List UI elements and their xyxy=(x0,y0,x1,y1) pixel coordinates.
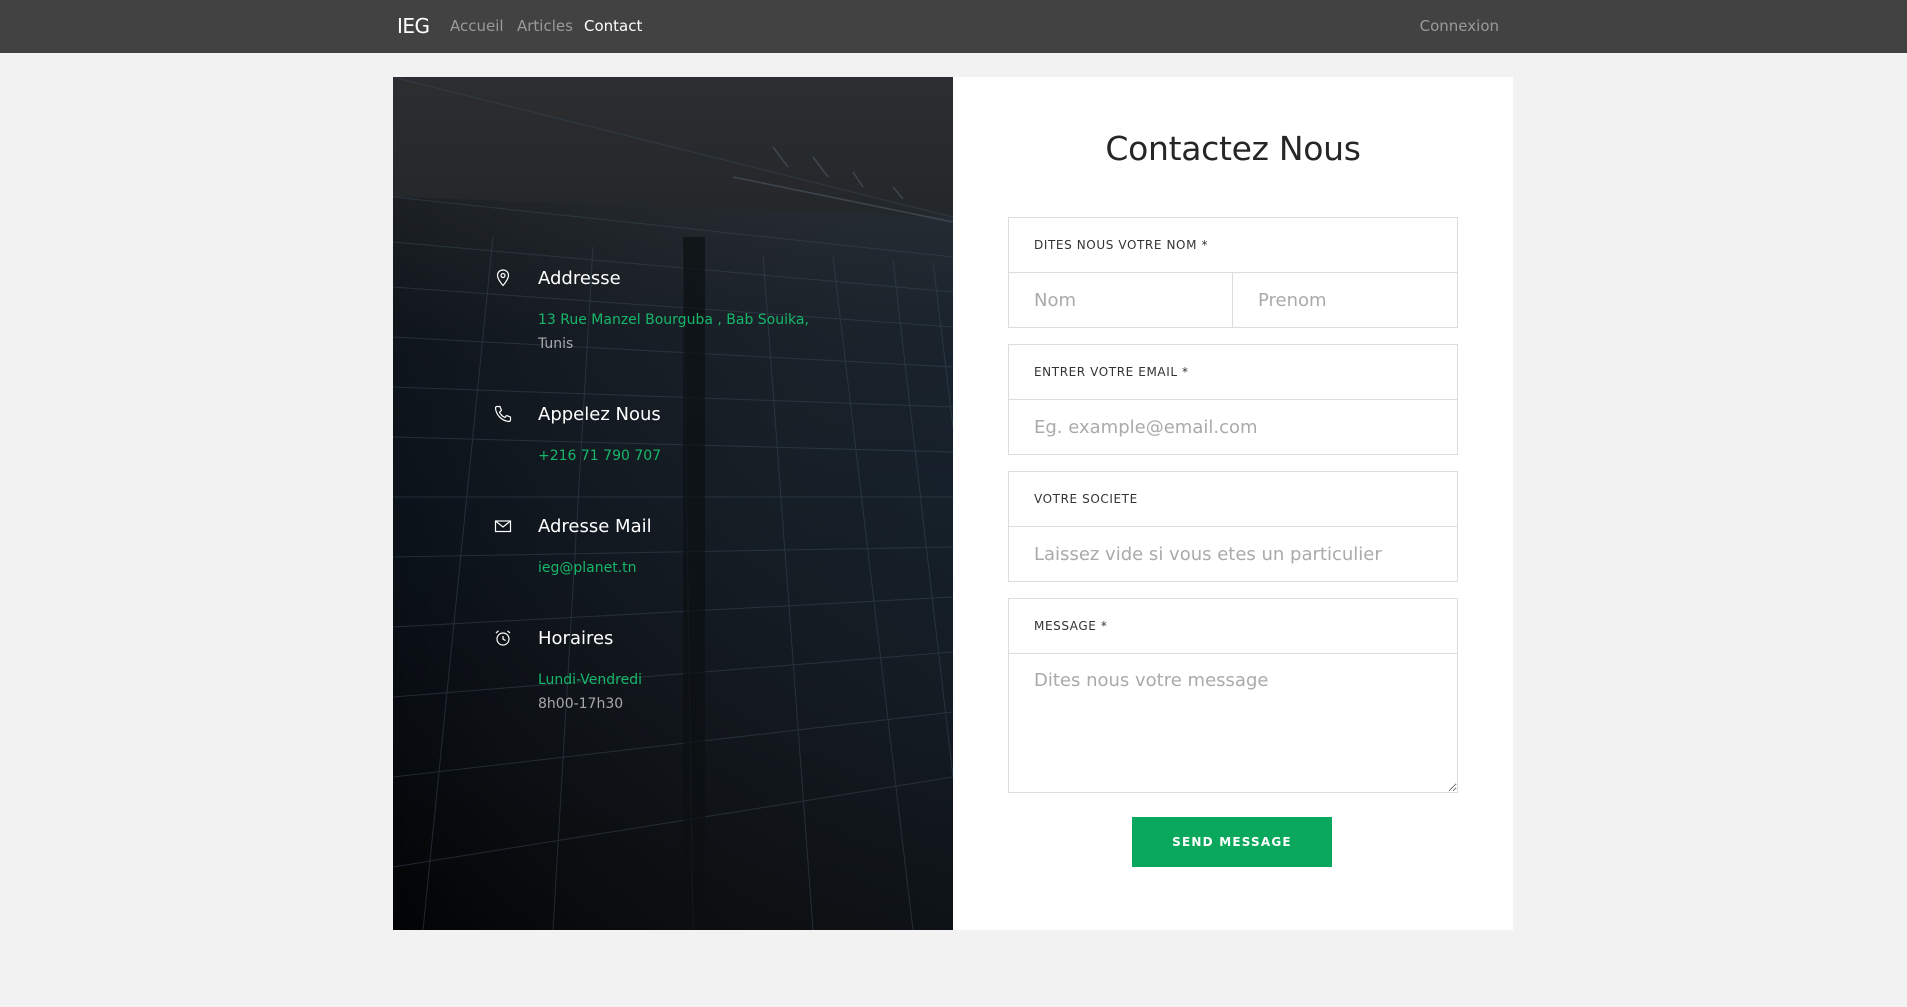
message-group: MESSAGE * xyxy=(1008,598,1458,793)
address-line-city: Tunis xyxy=(538,336,574,352)
address-info: Addresse 13 Rue Manzel Bourguba , Bab So… xyxy=(493,268,893,358)
contact-info-panel: Addresse 13 Rue Manzel Bourguba , Bab So… xyxy=(393,77,953,930)
nav-link-accueil[interactable]: Accueil xyxy=(450,17,504,35)
email-group: ENTRER VOTRE EMAIL * xyxy=(1008,344,1458,455)
phone-title: Appelez Nous xyxy=(538,404,661,425)
brand-logo[interactable]: IEG xyxy=(397,14,430,38)
mail-icon xyxy=(494,520,512,533)
name-label: DITES NOUS VOTRE NOM * xyxy=(1009,218,1457,273)
nav-link-contact[interactable]: Contact xyxy=(584,17,642,35)
email-input[interactable] xyxy=(1009,400,1457,454)
message-label: MESSAGE * xyxy=(1009,599,1457,654)
name-row xyxy=(1009,273,1457,327)
form-title: Contactez Nous xyxy=(1105,129,1361,168)
mail-address[interactable]: ieg@planet.tn xyxy=(538,560,637,576)
address-title: Addresse xyxy=(538,268,621,289)
nav-link-articles[interactable]: Articles xyxy=(517,17,573,35)
map-pin-icon xyxy=(496,269,510,287)
login-link[interactable]: Connexion xyxy=(1420,17,1499,35)
top-navbar: IEG Accueil Articles Contact Connexion xyxy=(0,0,1907,53)
email-label: ENTRER VOTRE EMAIL * xyxy=(1009,345,1457,400)
company-label: VOTRE SOCIETE xyxy=(1009,472,1457,527)
phone-number[interactable]: +216 71 790 707 xyxy=(538,448,661,464)
phone-info: Appelez Nous +216 71 790 707 xyxy=(493,404,893,464)
alarm-clock-icon xyxy=(495,630,511,646)
message-textarea[interactable] xyxy=(1009,654,1457,792)
contact-form: Contactez Nous DITES NOUS VOTRE NOM * EN… xyxy=(953,77,1513,930)
hours-time: 8h00-17h30 xyxy=(538,696,624,712)
hours-title: Horaires xyxy=(538,628,614,649)
company-group: VOTRE SOCIETE xyxy=(1008,471,1458,582)
mail-title: Adresse Mail xyxy=(538,516,652,537)
hours-days: Lundi-Vendredi xyxy=(538,672,643,688)
company-input[interactable] xyxy=(1009,527,1457,581)
prenom-input[interactable] xyxy=(1233,273,1457,327)
hours-info: Horaires Lundi-Vendredi 8h00-17h30 xyxy=(493,628,893,718)
contact-card: Addresse 13 Rue Manzel Bourguba , Bab So… xyxy=(393,77,1513,930)
name-group: DITES NOUS VOTRE NOM * xyxy=(1008,217,1458,328)
nom-input[interactable] xyxy=(1009,273,1233,327)
send-message-button[interactable]: SEND MESSAGE xyxy=(1132,817,1332,867)
phone-icon xyxy=(494,405,512,423)
mail-info: Adresse Mail ieg@planet.tn xyxy=(493,516,893,576)
building-background-image xyxy=(393,77,953,930)
address-line-street: 13 Rue Manzel Bourguba , Bab Souika, xyxy=(538,312,809,328)
